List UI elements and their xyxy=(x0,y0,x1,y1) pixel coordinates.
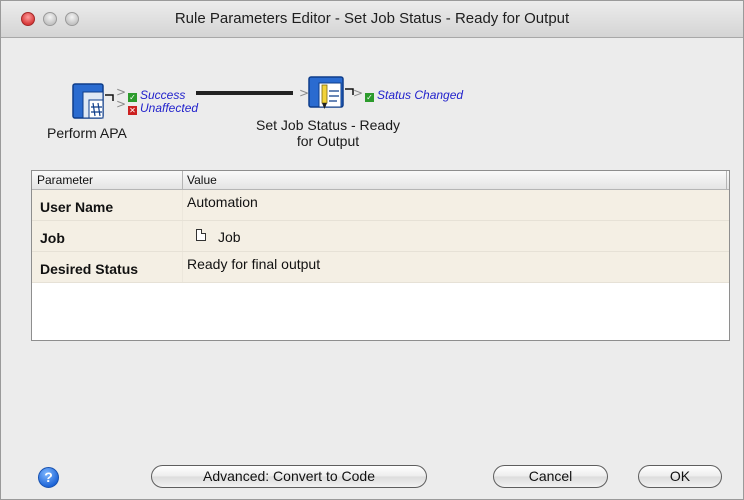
cross-icon: ✕ xyxy=(128,106,137,115)
parameter-cell: Job xyxy=(32,221,182,251)
check-icon: ✓ xyxy=(128,93,137,102)
help-button[interactable]: ? xyxy=(38,467,59,488)
target-node-label: Set Job Status - Ready for Output xyxy=(237,117,419,149)
cancel-button[interactable]: Cancel xyxy=(493,465,608,488)
parameter-name: User Name xyxy=(40,199,114,215)
output-success-label: Success xyxy=(140,88,186,102)
cell-divider xyxy=(182,190,183,220)
output-unaffected-label: Unaffected xyxy=(140,101,199,115)
table-row[interactable]: Job Job xyxy=(32,221,729,252)
cell-divider xyxy=(182,221,183,251)
table-row[interactable]: Desired Status Ready for final output xyxy=(32,252,729,283)
parameter-cell: Desired Status xyxy=(32,252,182,282)
output-status-changed: ✓ Status Changed xyxy=(365,89,463,102)
output-chevron-icon: > xyxy=(353,86,364,100)
parameter-name: Desired Status xyxy=(40,261,139,277)
parameter-cell: User Name xyxy=(32,190,182,220)
advanced-convert-to-code-button[interactable]: Advanced: Convert to Code xyxy=(151,465,427,488)
column-divider xyxy=(726,171,727,189)
document-icon xyxy=(196,229,206,241)
output-chevron-icon: > xyxy=(116,97,127,111)
parameter-value[interactable]: Job xyxy=(218,229,241,245)
parameters-table[interactable]: Parameter Value User Name Automation Job… xyxy=(31,170,730,341)
set-job-status-icon[interactable] xyxy=(307,75,355,117)
output-unaffected: ✕ Unaffected xyxy=(128,102,198,115)
title-bar[interactable]: Rule Parameters Editor - Set Job Status … xyxy=(1,1,743,38)
perform-apa-icon[interactable] xyxy=(71,81,115,121)
window-title: Rule Parameters Editor - Set Job Status … xyxy=(174,10,570,27)
target-node-label-line1: Set Job Status - Ready xyxy=(256,117,400,133)
column-header-parameter[interactable]: Parameter xyxy=(37,173,93,187)
table-row[interactable]: User Name Automation xyxy=(32,190,729,221)
source-node-label: Perform APA xyxy=(47,125,127,141)
table-header: Parameter Value xyxy=(32,171,729,190)
flow-connector xyxy=(196,91,293,95)
cell-divider xyxy=(182,252,183,282)
parameter-value[interactable]: Automation xyxy=(187,194,258,210)
ok-button[interactable]: OK xyxy=(638,465,722,488)
rule-parameters-editor-window: Rule Parameters Editor - Set Job Status … xyxy=(0,0,744,500)
output-status-changed-label: Status Changed xyxy=(377,88,464,102)
check-icon: ✓ xyxy=(365,93,374,102)
parameter-value[interactable]: Ready for final output xyxy=(187,256,320,272)
column-divider[interactable] xyxy=(182,171,183,189)
column-header-value[interactable]: Value xyxy=(187,173,217,187)
target-node-label-line2: for Output xyxy=(296,133,360,149)
parameter-name: Job xyxy=(40,230,65,246)
